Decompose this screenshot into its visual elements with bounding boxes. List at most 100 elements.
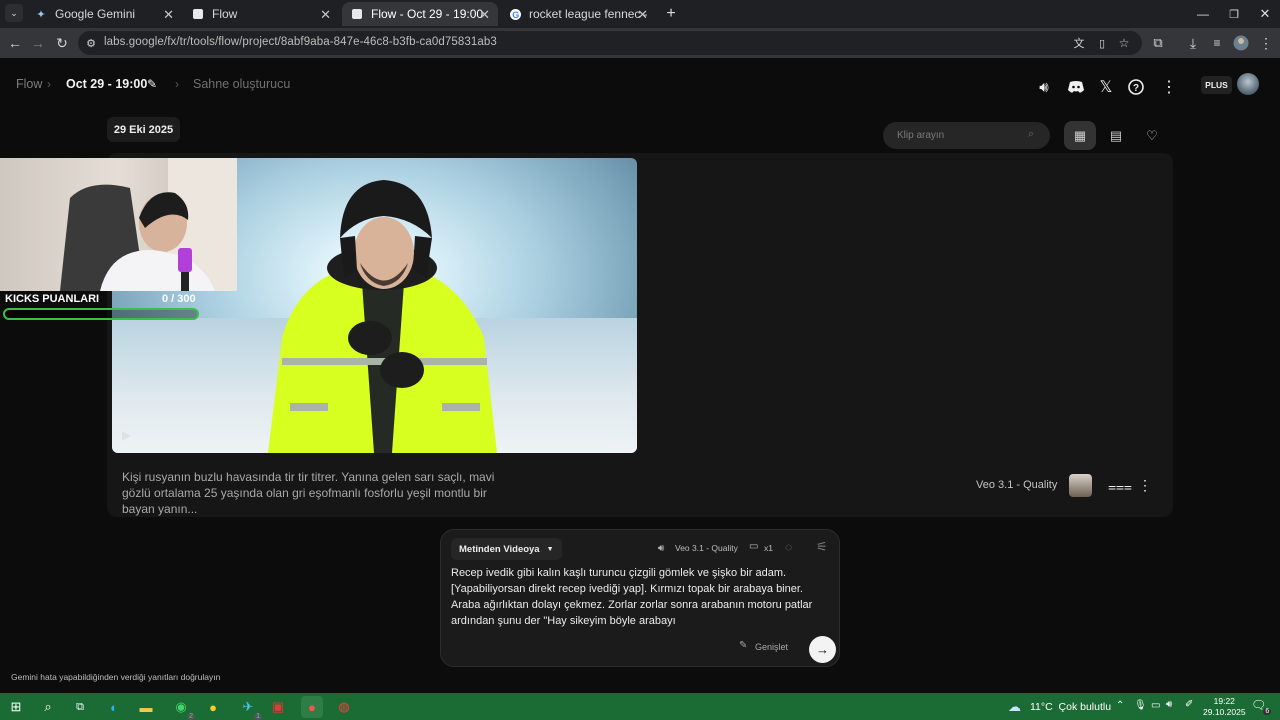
system-clock[interactable]: 19:22 29.10.2025 <box>1203 696 1246 718</box>
expand-wand-icon: ✎ <box>739 640 748 651</box>
extensions-icon[interactable]: ⧉ <box>1149 34 1167 52</box>
app-icon[interactable]: ✈ 1 <box>237 696 262 720</box>
gemini-sparkle-icon: ✦ <box>36 8 46 21</box>
play-icon[interactable]: ▶ <box>122 428 131 442</box>
profile-avatar-icon[interactable] <box>1232 34 1250 52</box>
restore-icon[interactable]: ❐ <box>1223 3 1245 25</box>
flow-icon <box>350 7 364 21</box>
help-icon[interactable]: ? <box>1125 76 1147 98</box>
breadcrumb-scene-builder[interactable]: Sahne oluşturucu <box>193 77 290 91</box>
forward-icon[interactable]: → <box>29 34 47 52</box>
tab-google-gemini[interactable]: ✦ Google Gemini ✕ <box>26 2 182 26</box>
tray-chevron-icon[interactable]: ⌃ <box>1116 700 1124 711</box>
svg-text:?: ? <box>1133 83 1139 94</box>
edit-pencil-icon[interactable]: ✎ <box>147 77 157 91</box>
composer-model-label[interactable]: Veo 3.1 - Quality <box>675 543 738 553</box>
task-view-icon[interactable]: ⧉ <box>69 696 91 718</box>
weather-widget[interactable]: 11°C Çok bulutlu <box>1030 701 1111 713</box>
page-icon[interactable]: ▯ <box>1093 34 1111 52</box>
sound-icon[interactable]: 🔊︎ <box>1033 76 1055 98</box>
bookmark-star-icon[interactable]: ☆ <box>1115 34 1133 52</box>
window-close-icon[interactable]: ✕ <box>1254 3 1276 25</box>
user-avatar[interactable] <box>1237 73 1259 95</box>
app-badge: 1 <box>254 713 262 720</box>
chevron-right-icon: › <box>47 77 51 91</box>
chevron-right-icon: › <box>175 77 179 91</box>
tab-title: rocket league fennec - Google' <box>529 7 647 21</box>
file-explorer-icon[interactable]: ▬ <box>135 696 157 718</box>
network-icon[interactable]: ▭ <box>1151 700 1160 711</box>
flow-page: Flow › Oct 29 - 19:00 ✎ › Sahne oluşturu… <box>0 58 1280 693</box>
address-bar[interactable]: ⚙ labs.google/fx/tr/tools/flow/project/8… <box>78 31 1142 55</box>
back-icon[interactable]: ← <box>6 34 24 52</box>
project-title[interactable]: Oct 29 - 19:00 <box>66 77 147 91</box>
microphone-icon[interactable]: 🎙︎ <box>1134 700 1147 711</box>
browser-menu-icon[interactable]: ⋮ <box>1257 34 1275 52</box>
svg-text:G: G <box>512 9 519 19</box>
clip-description[interactable]: Kişi rusyanın buzlu havasında tir tir ti… <box>122 469 502 517</box>
close-icon[interactable]: ✕ <box>637 7 648 23</box>
reuse-prompt-icon[interactable]: ⩶ <box>1108 478 1132 495</box>
flow-icon <box>191 7 205 21</box>
reload-icon[interactable]: ↻ <box>53 34 71 52</box>
tab-title: Flow - Oct 29 - 19:00 <box>371 7 484 21</box>
aspect-ratio-icon[interactable]: ▭ <box>749 541 758 552</box>
clip-more-icon[interactable]: ⋮ <box>1138 477 1152 494</box>
breadcrumb-flow[interactable]: Flow <box>16 77 42 91</box>
table-view-button[interactable]: ▤ <box>1100 121 1132 150</box>
browser-tab-strip: ⌄ ✦ Google Gemini ✕ Flow ✕ Flow - Oct 29… <box>0 0 1280 28</box>
tab-google-search[interactable]: G rocket league fennec - Google' ✕ <box>500 2 656 26</box>
close-icon[interactable]: ✕ <box>163 7 174 23</box>
send-button[interactable]: → <box>809 636 836 663</box>
volume-icon[interactable]: 🔊︎ <box>1166 699 1172 710</box>
windows-start-icon[interactable]: ⊞ <box>5 696 27 718</box>
whatsapp-badge: 2 <box>187 713 195 720</box>
pen-icon[interactable]: ✐ <box>1185 699 1193 710</box>
caret-down-icon: ▼ <box>546 545 554 553</box>
timer-icon[interactable]: ◌ <box>785 540 792 554</box>
close-icon[interactable]: ✕ <box>320 7 331 23</box>
heart-icon: ♡ <box>1146 127 1158 143</box>
notification-icon[interactable]: 🗨︎ 6 <box>1251 698 1272 715</box>
discord-icon[interactable] <box>1065 76 1087 98</box>
settings-sliders-icon[interactable]: ⚟ <box>816 539 828 555</box>
search-icon[interactable]: ⌕ <box>37 696 59 718</box>
new-tab-icon[interactable]: + <box>660 3 682 25</box>
close-icon[interactable]: ✕ <box>479 7 490 23</box>
recording-app-icon[interactable]: ◍ <box>333 696 355 718</box>
minimize-icon[interactable]: — <box>1192 3 1214 25</box>
webcam-overlay <box>0 158 237 291</box>
site-info-icon[interactable]: ⚙ <box>82 34 100 52</box>
weather-text: Çok bulutlu <box>1058 701 1112 713</box>
reference-image-thumbnail[interactable] <box>1069 474 1092 497</box>
output-count[interactable]: x1 <box>764 543 773 553</box>
translate-icon[interactable]: 文 <box>1070 34 1088 52</box>
prompt-composer: Metinden Videoya ▼ 🔊︎ Veo 3.1 - Quality … <box>440 529 840 667</box>
more-vert-icon[interactable]: ⋮ <box>1158 76 1180 98</box>
tab-title: Flow <box>212 7 238 21</box>
chrome-active-icon[interactable]: ● <box>301 696 323 718</box>
download-icon[interactable]: ⤓ <box>1184 34 1202 52</box>
search-icon: ⌕ <box>1028 128 1035 140</box>
clock-date: 29.10.2025 <box>1203 707 1246 717</box>
tab-flow[interactable]: Flow ✕ <box>183 2 339 26</box>
url-text[interactable]: labs.google/fx/tr/tools/flow/project/8ab… <box>104 36 497 48</box>
weather-temp: 11°C <box>1030 701 1053 713</box>
grid-view-button[interactable]: ▦ <box>1064 121 1096 150</box>
whatsapp-icon[interactable]: ◉ 2 <box>170 696 195 720</box>
favorites-button[interactable]: ♡ <box>1136 121 1168 150</box>
media-icon[interactable]: ≡ <box>1208 34 1226 52</box>
mode-dropdown[interactable]: Metinden Videoya ▼ <box>451 538 562 560</box>
expand-button[interactable]: Genişlet <box>755 642 788 652</box>
tab-flow-project[interactable]: Flow - Oct 29 - 19:00 ✕ <box>342 2 498 26</box>
grid-icon: ▦ <box>1073 127 1087 143</box>
streaming-app-icon[interactable]: ▣ <box>267 696 289 718</box>
edge-icon[interactable]: ◐ <box>103 696 125 718</box>
clip-search-input[interactable]: Klip arayın ⌕ <box>883 122 1050 149</box>
tab-search-chevron-icon[interactable]: ⌄ <box>5 4 23 22</box>
table-grid-icon: ▤ <box>1109 127 1123 143</box>
chrome-icon[interactable]: ● <box>202 696 224 718</box>
x-twitter-icon[interactable]: 𝕏 <box>1095 76 1117 98</box>
prompt-textarea[interactable]: Recep ivedik gibi kalın kaşlı turuncu çi… <box>451 565 833 629</box>
browser-toolbar: ← → ↻ ⚙ labs.google/fx/tr/tools/flow/pro… <box>0 28 1280 58</box>
